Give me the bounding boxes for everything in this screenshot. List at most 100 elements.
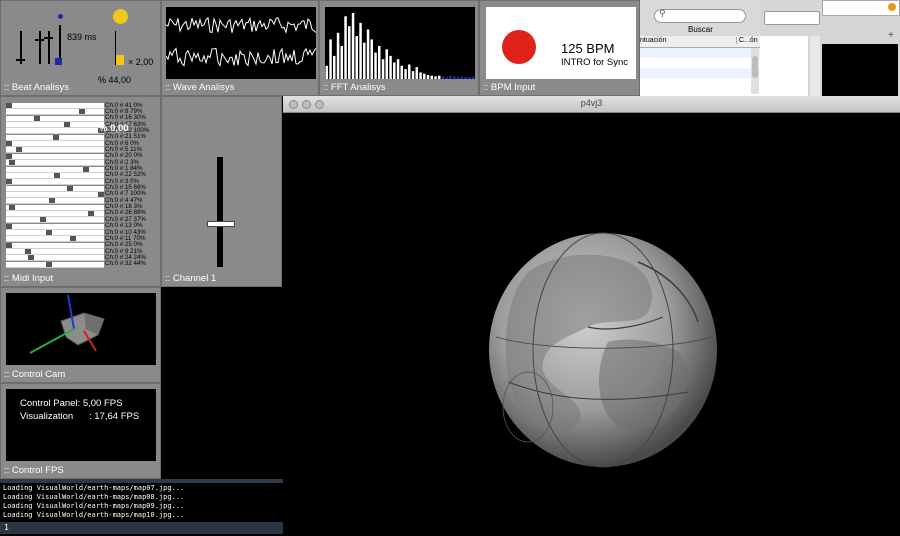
midi-slider-knob[interactable] — [34, 115, 40, 121]
second-search-input[interactable] — [764, 11, 820, 25]
midi-slider-knob[interactable] — [25, 249, 31, 255]
second-sidebar-list — [760, 36, 808, 96]
channel-fader-knob[interactable] — [207, 221, 235, 227]
channel-fader-track[interactable] — [217, 157, 223, 267]
midi-slider-row[interactable] — [6, 153, 104, 160]
console-line: Loading VisualWorld/earth-maps/map08.jpg… — [3, 493, 185, 501]
midi-slider-knob[interactable] — [46, 230, 52, 235]
midi-slider-knob[interactable] — [9, 204, 15, 210]
console-top-border — [0, 479, 283, 483]
finder-toolbar: ⚲ Buscar — [640, 0, 760, 36]
midi-slider-row[interactable] — [6, 115, 104, 122]
fft-bar — [464, 77, 467, 79]
midi-slider-row[interactable] — [6, 230, 104, 236]
second-scroll-area[interactable] — [810, 36, 820, 96]
console-line: Loading VisualWorld/earth-maps/map10.jpg… — [3, 511, 185, 519]
midi-slider-knob[interactable] — [98, 191, 104, 197]
finder-col-coleccion[interactable]: C...ón — [736, 37, 758, 44]
midi-slider-row[interactable] — [6, 147, 104, 154]
fft-bar — [411, 71, 415, 79]
fft-panel-label: :: FFT Analisys — [323, 82, 386, 93]
midi-slider-row[interactable] — [6, 166, 104, 173]
midi-slider-knob[interactable] — [6, 179, 12, 185]
beat-fader-2-knob[interactable] — [35, 39, 44, 41]
fft-bar — [396, 59, 400, 79]
midi-slider-knob[interactable] — [16, 147, 22, 153]
fps-visualization: Visualization : 17,64 FPS — [20, 411, 140, 422]
midi-slider-row[interactable] — [6, 261, 104, 268]
beat-fader-1-knob[interactable] — [16, 59, 25, 61]
finder-scrollbar[interactable] — [751, 48, 759, 94]
finder-search-input[interactable]: ⚲ — [654, 8, 746, 23]
midi-slider-knob[interactable] — [6, 141, 12, 147]
midi-slider-row[interactable] — [6, 134, 104, 141]
second-address-bar[interactable] — [822, 0, 900, 16]
midi-slider-knob[interactable] — [6, 153, 12, 159]
midi-slider-row[interactable] — [6, 198, 104, 205]
midi-slider-knob[interactable] — [79, 109, 85, 115]
midi-slider-knob[interactable] — [28, 255, 34, 261]
midi-slider-row[interactable] — [6, 255, 104, 262]
midi-slider-row[interactable] — [6, 185, 104, 192]
midi-slider-knob[interactable] — [88, 210, 94, 216]
fft-bar — [426, 75, 430, 79]
midi-slider-knob[interactable] — [54, 172, 60, 178]
midi-slider-row[interactable] — [6, 210, 104, 217]
bpm-display: 125 BPM INTRO for Sync — [486, 7, 636, 79]
finder-col-puntuacion[interactable]: ntuación — [640, 37, 666, 44]
fft-bar — [355, 36, 358, 79]
midi-slider-knob[interactable] — [83, 166, 89, 172]
midi-slider-row[interactable] — [6, 191, 104, 198]
midi-slider-row[interactable] — [6, 179, 104, 186]
rss-icon[interactable] — [888, 3, 896, 11]
midi-slider-row[interactable] — [6, 204, 104, 211]
midi-slider-knob[interactable] — [64, 122, 70, 128]
fft-bar — [359, 22, 362, 79]
beat-fader-3-knob[interactable] — [44, 37, 53, 39]
midi-slider-knob[interactable] — [9, 160, 15, 166]
plus-icon[interactable]: + — [888, 30, 894, 41]
bpm-tap-button[interactable] — [502, 30, 536, 64]
bpm-input-panel: 125 BPM INTRO for Sync :: BPM Input — [479, 0, 640, 96]
midi-slider-knob[interactable] — [6, 242, 12, 248]
beat-level-marker — [55, 58, 62, 65]
midi-slider-row[interactable] — [6, 128, 104, 135]
midi-slider-knob[interactable] — [67, 185, 73, 191]
control-fps-panel: Control Panel: 5,00 FPS Visualization : … — [0, 383, 161, 479]
midi-slider-knob[interactable] — [6, 103, 12, 108]
midi-slider-knob[interactable] — [53, 134, 59, 140]
console-line: Loading VisualWorld/earth-maps/map07.jpg… — [3, 484, 185, 492]
midi-slider-row[interactable] — [6, 217, 104, 224]
fft-bar — [378, 46, 381, 79]
beat-multiplier: × 2,00 — [128, 57, 154, 67]
midi-slider-knob[interactable] — [40, 217, 46, 223]
midi-slider-row[interactable] — [6, 141, 104, 148]
fft-bar — [374, 52, 377, 79]
midi-slider-row[interactable] — [6, 249, 104, 256]
midi-slider-knob[interactable] — [46, 261, 52, 267]
beat-fader-3-track[interactable] — [48, 31, 50, 64]
fft-bar — [333, 55, 336, 79]
fft-bar — [325, 65, 328, 79]
midi-slider-row[interactable] — [6, 242, 104, 249]
bpm-value: 125 BPM — [561, 41, 615, 56]
midi-slider-row[interactable] — [6, 223, 104, 230]
second-window-fragment: + — [760, 0, 900, 96]
midi-slider-knob[interactable] — [70, 236, 76, 242]
midi-slider-row[interactable] — [6, 122, 104, 129]
midi-slider-row[interactable] — [6, 103, 104, 109]
console-area: Loading VisualWorld/earth-maps/map07.jpg… — [0, 479, 283, 536]
midi-slider-row[interactable] — [6, 172, 104, 179]
cam-viewport[interactable] — [6, 293, 156, 365]
beat-fader-2-track[interactable] — [39, 31, 41, 64]
second-black-preview — [822, 44, 898, 96]
midi-slider-row[interactable] — [6, 236, 104, 243]
midi-slider-row[interactable] — [6, 109, 104, 116]
console-input[interactable]: 1 — [0, 522, 283, 534]
midi-slider-knob[interactable] — [6, 223, 12, 229]
control-cam-panel: :: Control Cam — [0, 287, 161, 383]
fft-bar — [366, 29, 370, 79]
fft-bar — [344, 16, 347, 79]
midi-slider-row[interactable] — [6, 160, 104, 167]
midi-slider-knob[interactable] — [49, 198, 55, 204]
